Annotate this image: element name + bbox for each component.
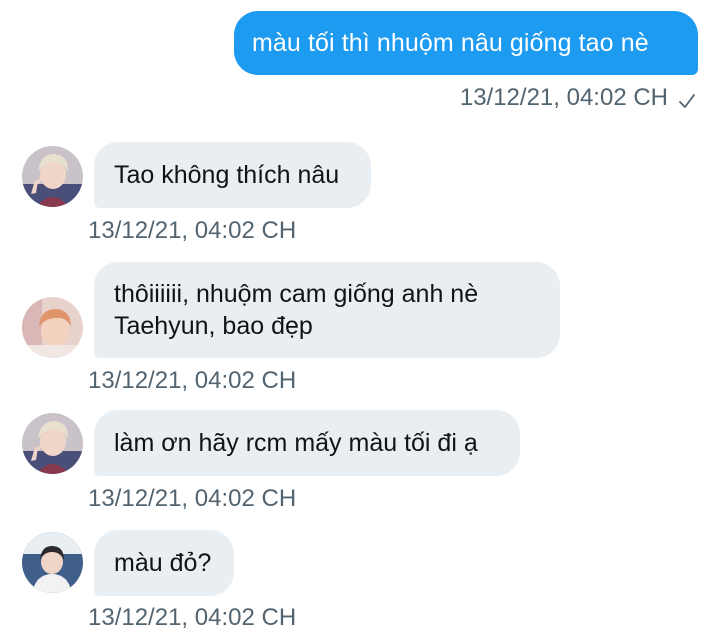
incoming-message-bubble[interactable]: thôiiiiii, nhuộm cam giống anh nè Taehyu… (94, 262, 560, 358)
message-text: Tao không thích nâu (114, 160, 340, 189)
outgoing-message-meta: 13/12/21, 04:02 CH (460, 83, 696, 113)
message-text: màu tối thì nhuộm nâu giống tao nè (252, 28, 649, 57)
message-timestamp: 13/12/21, 04:02 CH (88, 604, 297, 631)
sender-avatar[interactable] (22, 146, 83, 207)
message-timestamp: 13/12/21, 04:02 CH (88, 367, 297, 394)
sender-avatar[interactable] (22, 532, 83, 593)
message-timestamp: 13/12/21, 04:02 CH (88, 485, 297, 512)
message-timestamp: 13/12/21, 04:02 CH (88, 217, 297, 244)
sender-avatar[interactable] (22, 297, 83, 358)
incoming-message-bubble[interactable]: Tao không thích nâu (94, 142, 371, 208)
incoming-message-bubble[interactable]: màu đỏ? (94, 530, 234, 596)
message-line: thôiiiiii, nhuộm cam giống anh nè (114, 280, 479, 308)
conversation-view: màu tối thì nhuộm nâu giống tao nè 13/12… (0, 0, 720, 636)
message-timestamp: 13/12/21, 04:02 CH (459, 84, 668, 111)
outgoing-message-bubble[interactable]: màu tối thì nhuộm nâu giống tao nè (234, 11, 698, 75)
message-text: làm ơn hãy rcm mấy màu tối đi ạ (114, 428, 478, 457)
sent-check-icon (678, 89, 696, 108)
sender-avatar[interactable] (22, 413, 83, 474)
message-text: màu đỏ? (114, 548, 212, 577)
message-line: Taehyun, bao đẹp (114, 312, 313, 340)
incoming-message-bubble[interactable]: làm ơn hãy rcm mấy màu tối đi ạ (94, 410, 520, 476)
